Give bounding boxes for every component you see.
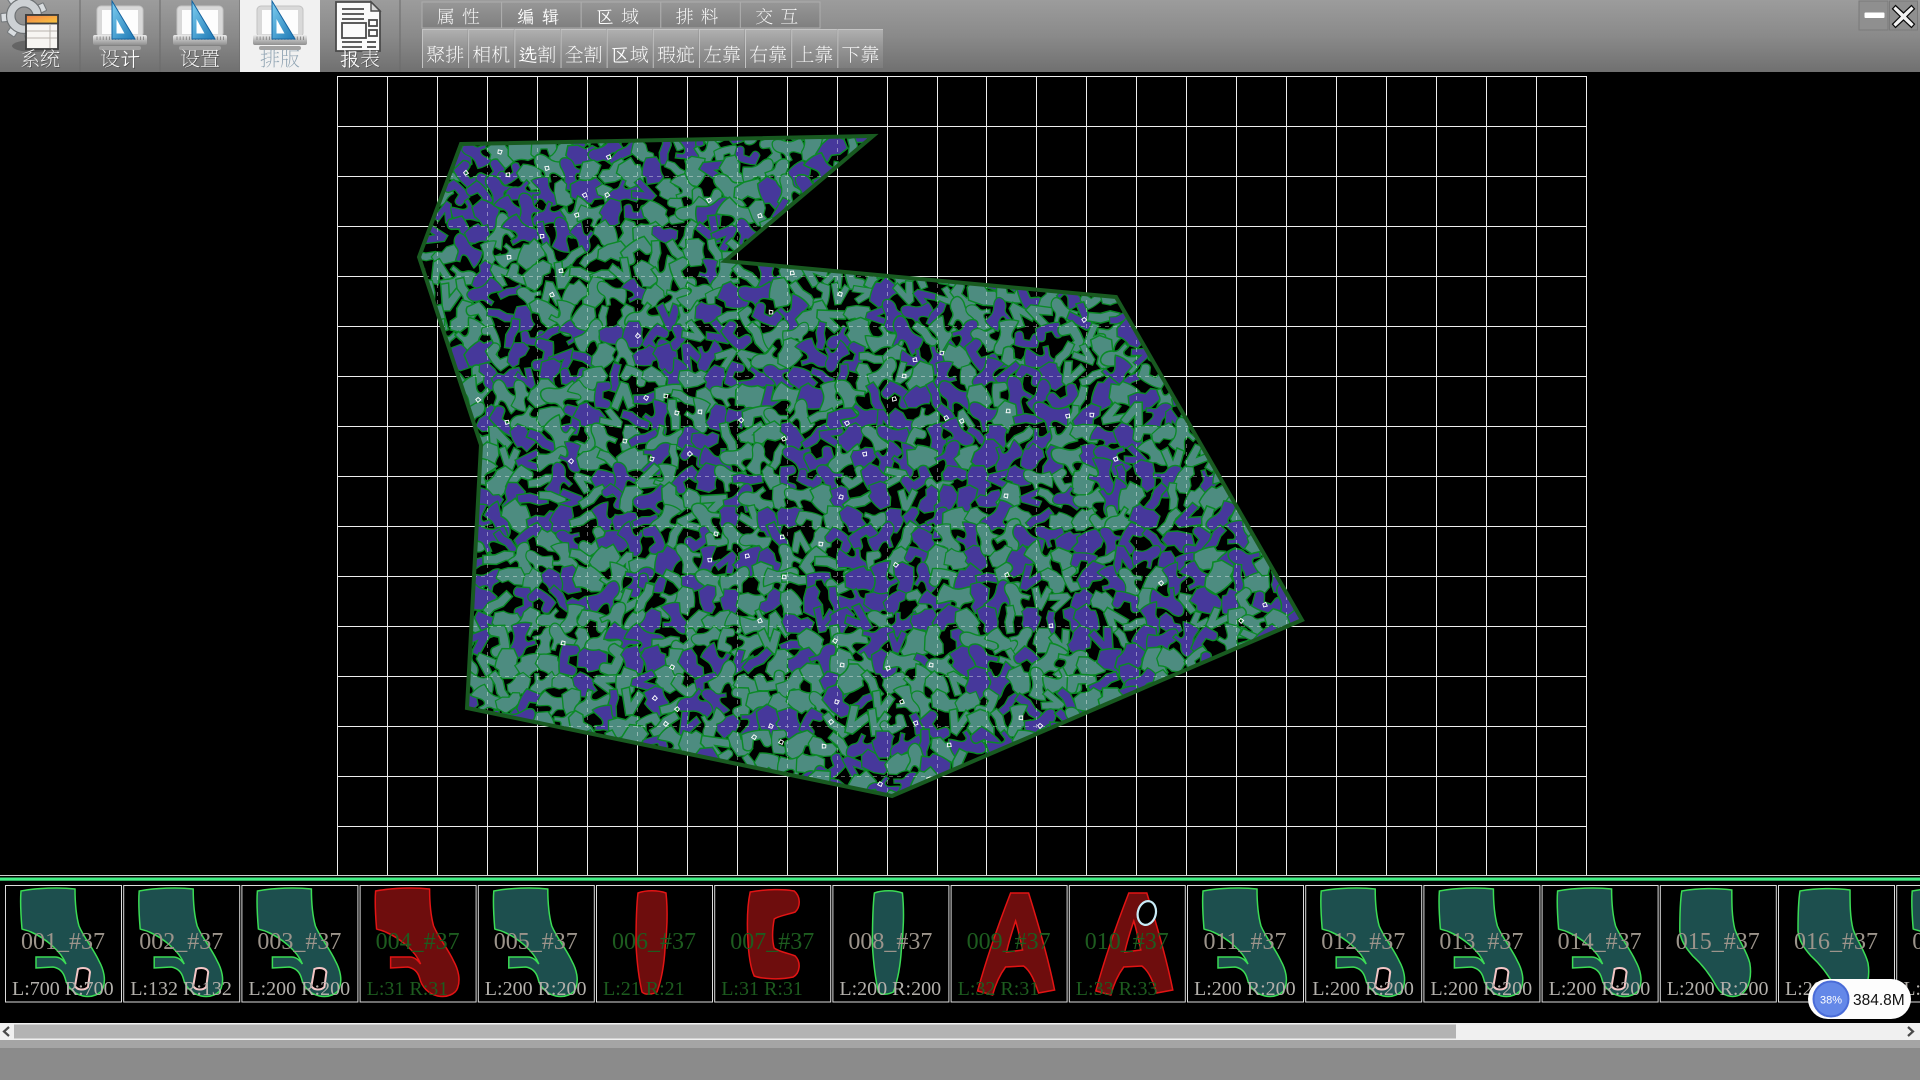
svg-text:384.8M: 384.8M	[1853, 992, 1905, 1009]
svg-text:005_#37: 005_#37	[494, 929, 578, 955]
svg-text:L:200 R:200: L:200 R:200	[1312, 978, 1414, 1000]
svg-text:004_#37: 004_#37	[376, 929, 460, 955]
svg-text:011_#37: 011_#37	[1203, 929, 1286, 955]
svg-text:L:200 R:200: L:200 R:200	[248, 978, 350, 1000]
svg-text:015_#37: 015_#37	[1676, 929, 1760, 955]
svg-text:012_#37: 012_#37	[1321, 929, 1405, 955]
svg-text:L:200 R:200: L:200 R:200	[1549, 978, 1651, 1000]
svg-text:L:200 R:200: L:200 R:200	[1430, 978, 1532, 1000]
svg-text:002_#37: 002_#37	[139, 929, 223, 955]
svg-text:013_#37: 013_#37	[1439, 929, 1523, 955]
svg-text:38%: 38%	[1820, 995, 1842, 1007]
svg-text:008_#37: 008_#37	[848, 929, 932, 955]
svg-text:L:21 R:21: L:21 R:21	[603, 978, 685, 1000]
svg-text:L:200 R:200: L:200 R:200	[1667, 978, 1769, 1000]
svg-text:017_#37: 017_#37	[1912, 929, 1920, 955]
svg-text:L:700 R:700: L:700 R:700	[12, 978, 114, 1000]
svg-text:014_#37: 014_#37	[1558, 929, 1642, 955]
svg-text:001_#37: 001_#37	[21, 929, 105, 955]
svg-text:009_#37: 009_#37	[967, 929, 1051, 955]
svg-text:L:31 R:31: L:31 R:31	[367, 978, 449, 1000]
svg-text:007_#37: 007_#37	[730, 929, 814, 955]
svg-text:003_#37: 003_#37	[257, 929, 341, 955]
svg-text:010_#37: 010_#37	[1085, 929, 1169, 955]
svg-text:L:33 R:33: L:33 R:33	[1076, 978, 1158, 1000]
svg-text:L:200 R:200: L:200 R:200	[839, 978, 941, 1000]
svg-text:L:31 R:31: L:31 R:31	[721, 978, 803, 1000]
svg-text:006_#37: 006_#37	[612, 929, 696, 955]
svg-text:L:200 R:200: L:200 R:200	[485, 978, 587, 1000]
svg-text:L:132 R:132: L:132 R:132	[130, 978, 232, 1000]
svg-text:016_#37: 016_#37	[1794, 929, 1878, 955]
svg-text:L:200 R:200: L:200 R:200	[1194, 978, 1296, 1000]
svg-text:L:32 R:31: L:32 R:31	[958, 978, 1040, 1000]
